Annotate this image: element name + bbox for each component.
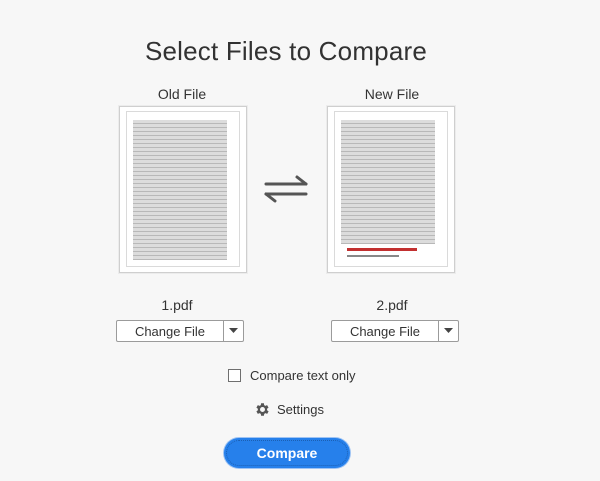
- compare-text-only-checkbox[interactable]: [228, 369, 241, 382]
- compare-button[interactable]: Compare: [224, 438, 350, 468]
- gear-icon: [256, 403, 269, 416]
- settings-link[interactable]: Settings: [254, 401, 324, 418]
- new-file-page-preview: [334, 111, 448, 267]
- new-change-file-button[interactable]: Change File: [332, 321, 439, 341]
- old-change-file-button[interactable]: Change File: [117, 321, 224, 341]
- chevron-down-icon: [229, 328, 238, 333]
- compare-text-only-option: Compare text only: [228, 368, 356, 383]
- new-change-file-dropdown[interactable]: [439, 321, 458, 341]
- old-file-label: Old File: [157, 86, 207, 102]
- new-file-name: 2.pdf: [376, 297, 408, 313]
- old-file-name: 1.pdf: [161, 297, 193, 313]
- new-change-file-split-button: Change File: [331, 320, 459, 342]
- old-file-thumbnail[interactable]: [119, 106, 247, 273]
- page-title: Select Files to Compare: [144, 36, 428, 66]
- old-change-file-dropdown[interactable]: [224, 321, 243, 341]
- compare-text-only-label[interactable]: Compare text only: [250, 368, 356, 383]
- new-file-label: New File: [364, 86, 420, 102]
- settings-label: Settings: [277, 402, 324, 417]
- chevron-down-icon: [444, 328, 453, 333]
- new-file-thumbnail[interactable]: [327, 106, 455, 273]
- old-file-page-preview: [126, 111, 240, 267]
- old-change-file-split-button: Change File: [116, 320, 244, 342]
- swap-arrows-icon[interactable]: [262, 175, 310, 203]
